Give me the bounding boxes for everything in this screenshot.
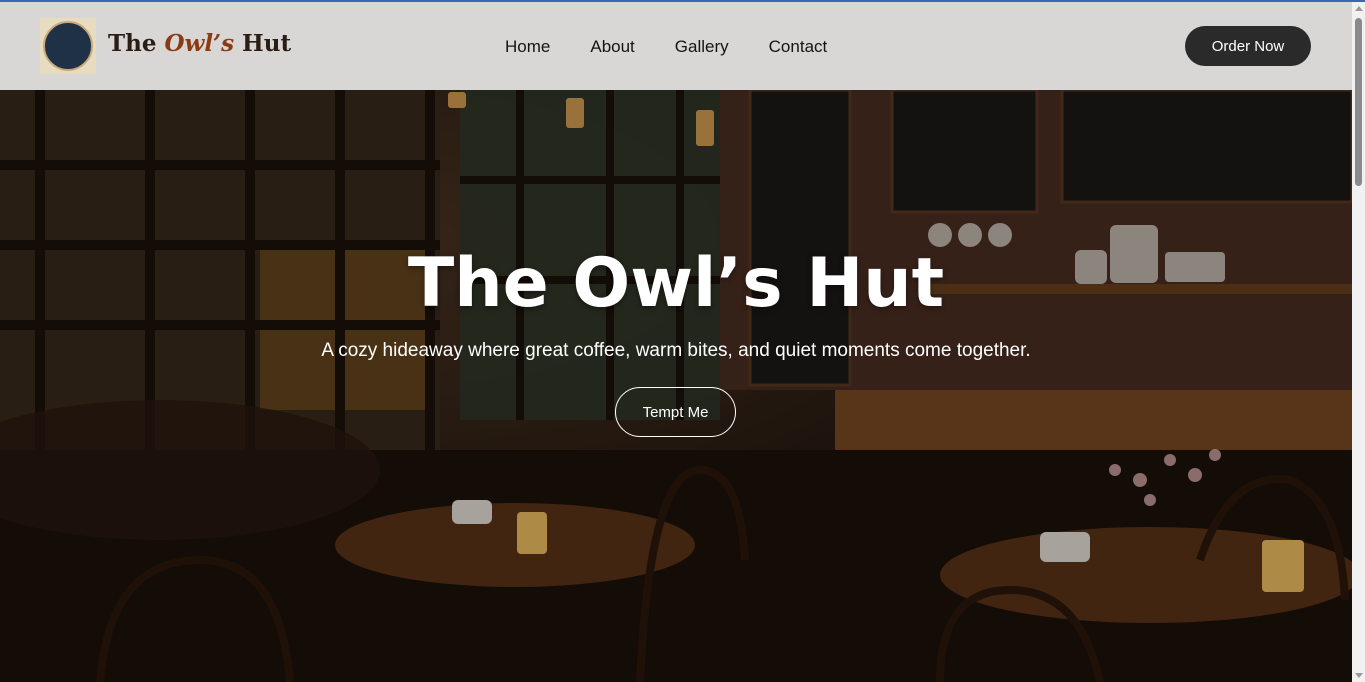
nav-link-home[interactable]: Home xyxy=(505,37,550,57)
order-now-button[interactable]: Order Now xyxy=(1185,26,1311,66)
scrollbar-thumb[interactable] xyxy=(1355,18,1362,186)
scroll-up-arrow-icon[interactable] xyxy=(1355,6,1363,11)
nav-link-gallery[interactable]: Gallery xyxy=(675,37,729,57)
tempt-me-button[interactable]: Tempt Me xyxy=(615,387,736,437)
brand-name[interactable]: The Owl’s Hut xyxy=(108,30,291,57)
hero-title: The Owl’s Hut xyxy=(407,244,945,323)
nav-link-contact[interactable]: Contact xyxy=(769,37,828,57)
brand-name-prefix: The xyxy=(108,30,165,57)
page-scrollbar[interactable] xyxy=(1352,2,1365,682)
navbar: The Owl’s Hut Home About Gallery Contact… xyxy=(0,2,1352,90)
logo-badge xyxy=(43,21,93,71)
owl-icon[interactable] xyxy=(40,18,96,74)
nav-link-about[interactable]: About xyxy=(590,37,634,57)
hero-subtitle: A cozy hideaway where great coffee, warm… xyxy=(321,340,1031,361)
brand-name-accent: Owl’s xyxy=(164,30,235,57)
window-top-border xyxy=(0,0,1365,2)
scroll-down-arrow-icon[interactable] xyxy=(1355,673,1363,678)
main-nav: Home About Gallery Contact xyxy=(505,37,867,57)
brand-name-suffix: Hut xyxy=(234,30,292,57)
